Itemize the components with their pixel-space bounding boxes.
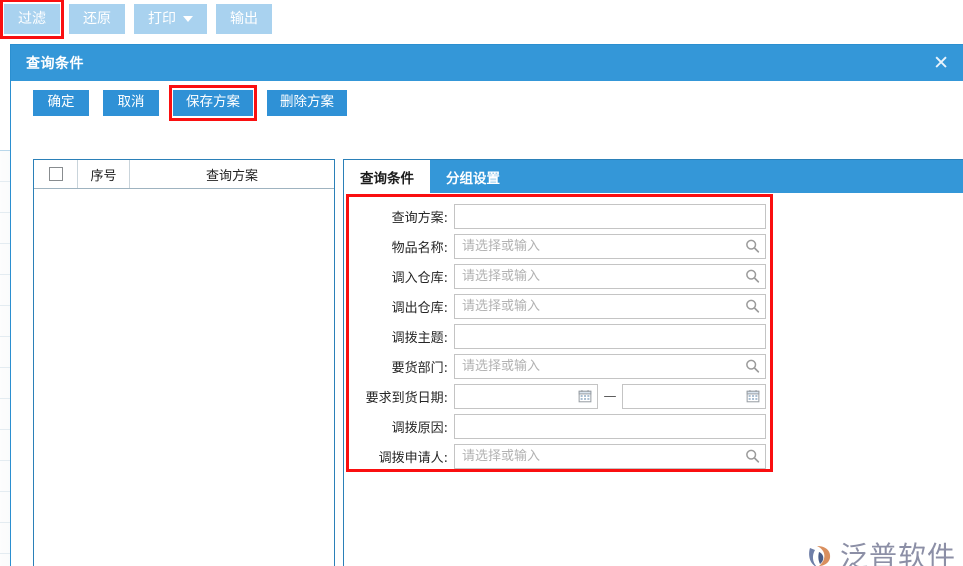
- scheme-table-body[interactable]: [34, 189, 334, 566]
- dialog-action-bar: 确定 取消 保存方案 删除方案: [11, 81, 963, 125]
- field-input-6[interactable]: [454, 353, 766, 379]
- panel-tabbar: 查询条件 分组设置: [344, 160, 963, 193]
- date-range-separator: —: [603, 388, 617, 404]
- field-label-2: 物品名称:: [391, 240, 448, 256]
- field-control-4: [454, 293, 766, 319]
- action-button-2[interactable]: 取消: [103, 90, 159, 116]
- field-input-8[interactable]: [454, 413, 766, 439]
- screen-root: 过滤 还原 打印 输出 查询条件 ✕ 确定 取消 保存方案 删除方案 序号 查询方案: [0, 0, 963, 566]
- column-header-index: 序号: [78, 160, 130, 188]
- field-input-3[interactable]: [454, 263, 766, 289]
- toolbar-button-wrap-1: 还原: [69, 4, 125, 34]
- action-button-label: 删除方案: [280, 94, 334, 111]
- dialog-title: 查询条件: [26, 56, 84, 72]
- field-input-2[interactable]: [454, 233, 766, 259]
- action-button-wrap-0: 确定: [33, 90, 89, 116]
- query-conditions-dialog: 查询条件 ✕ 确定取消保存方案删除方案 序号 查询方案 查询条件分组设置: [10, 44, 963, 566]
- action-button-label: 保存方案: [186, 94, 240, 111]
- field-input-1[interactable]: [454, 203, 766, 229]
- action-button-label: 取消: [117, 94, 145, 111]
- field-input-5[interactable]: [454, 323, 766, 349]
- action-button-label: 确定: [47, 94, 75, 111]
- field-control-2: [454, 233, 766, 259]
- tab-label: 查询条件: [360, 170, 414, 187]
- field-label-4: 调出仓库:: [391, 300, 448, 316]
- form-row-7: 要求到货日期: —: [344, 381, 774, 411]
- toolbar-button-2[interactable]: 还原: [69, 4, 125, 34]
- date-to-wrap: [622, 383, 766, 409]
- field-label-5: 调拨主题:: [391, 330, 448, 346]
- field-control-1: [454, 203, 766, 229]
- date-from-input[interactable]: [454, 383, 598, 409]
- fanpu-logo-icon: [809, 546, 831, 566]
- column-header-scheme: 查询方案: [205, 168, 258, 184]
- conditions-panel: 查询条件 分组设置 查询方案: 物品名称: 调入仓库: 调出仓库: 调拨主题: 要货部门: 要…: [343, 159, 963, 566]
- watermark-brand: 泛普软件: [839, 540, 956, 566]
- toolbar-button-3[interactable]: 打印: [134, 4, 207, 34]
- action-button-3[interactable]: 保存方案: [173, 90, 253, 116]
- action-button-4[interactable]: 删除方案: [267, 90, 347, 116]
- tab-2[interactable]: 分组设置: [430, 160, 516, 193]
- toolbar-button-label: 过滤: [18, 11, 46, 27]
- field-control-8: [454, 413, 766, 439]
- form-row-9: 调拨申请人:: [344, 441, 774, 471]
- action-button-1[interactable]: 确定: [33, 90, 89, 116]
- field-label-6: 要货部门:: [391, 360, 448, 376]
- select-all-cell[interactable]: [34, 160, 78, 188]
- date-from-wrap: [454, 383, 598, 409]
- tab-1[interactable]: 查询条件: [344, 160, 430, 193]
- toolbar-button-4[interactable]: 输出: [216, 4, 272, 34]
- toolbar-button-label: 打印: [148, 11, 176, 27]
- form-row-1: 查询方案:: [344, 201, 774, 231]
- watermark: 泛普软件 www.fanpusoft.com: [806, 542, 956, 566]
- main-toolbar: 过滤 还原 打印 输出: [0, 0, 963, 39]
- form-row-6: 要货部门:: [344, 351, 774, 381]
- toolbar-button-wrap-3: 输出: [216, 4, 272, 34]
- field-label-9: 调拨申请人:: [378, 450, 448, 466]
- tab-label: 分组设置: [446, 170, 500, 187]
- form-row-2: 物品名称:: [344, 231, 774, 261]
- query-form-area: 查询方案: 物品名称: 调入仓库: 调出仓库: 调拨主题: 要货部门: 要求到货日期: — 调拨…: [344, 193, 963, 566]
- toolbar-button-label: 还原: [83, 11, 111, 27]
- field-input-4[interactable]: [454, 293, 766, 319]
- date-to-input[interactable]: [622, 383, 766, 409]
- scheme-list-panel: 序号 查询方案: [33, 159, 335, 566]
- form-row-8: 调拨原因:: [344, 411, 774, 441]
- field-label-1: 查询方案:: [391, 210, 448, 226]
- field-control-3: [454, 263, 766, 289]
- form-row-4: 调出仓库:: [344, 291, 774, 321]
- toolbar-button-1[interactable]: 过滤: [4, 4, 60, 34]
- close-icon[interactable]: ✕: [933, 53, 949, 73]
- field-label-3: 调入仓库:: [391, 270, 448, 286]
- dialog-body: 确定 取消 保存方案 删除方案 序号 查询方案 查询条件 分组设置 查询方案: 物品名称:…: [11, 81, 963, 566]
- toolbar-button-wrap-2: 打印: [134, 4, 207, 34]
- action-button-wrap-1: 取消: [103, 90, 159, 116]
- form-row-5: 调拨主题:: [344, 321, 774, 351]
- query-form: 查询方案: 物品名称: 调入仓库: 调出仓库: 调拨主题: 要货部门: 要求到货日期: — 调拨…: [344, 201, 774, 471]
- form-row-3: 调入仓库:: [344, 261, 774, 291]
- watermark-logo: 泛普软件: [806, 542, 956, 566]
- action-button-wrap-2: 保存方案: [169, 85, 257, 121]
- field-control-6: [454, 353, 766, 379]
- toolbar-button-wrap-0: 过滤: [0, 0, 64, 39]
- action-button-wrap-3: 删除方案: [267, 90, 347, 116]
- field-input-9[interactable]: [454, 443, 766, 469]
- toolbar-button-label: 输出: [230, 11, 258, 27]
- select-all-checkbox[interactable]: [48, 167, 63, 181]
- field-label-8: 调拨原因:: [391, 420, 448, 436]
- field-label-7: 要求到货日期:: [365, 390, 448, 406]
- date-range-field: —: [454, 383, 766, 409]
- dialog-header: 查询条件 ✕: [11, 45, 963, 81]
- chevron-down-icon: [183, 16, 193, 22]
- scheme-table-header: 序号 查询方案: [34, 160, 334, 189]
- field-control-9: [454, 443, 766, 469]
- field-control-5: [454, 323, 766, 349]
